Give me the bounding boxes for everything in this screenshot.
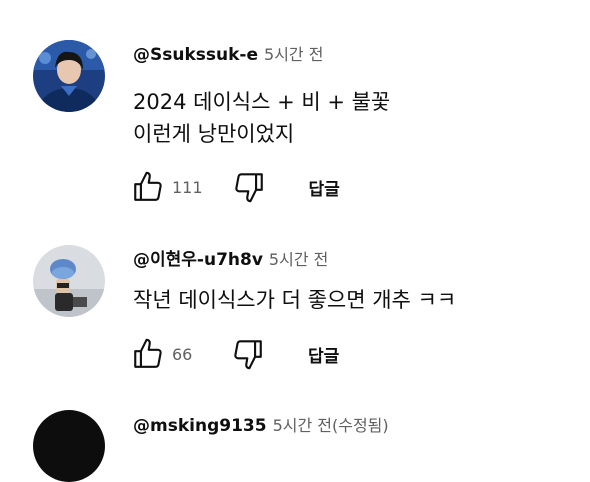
comment-header: @이현우-u7h8v 5시간 전: [133, 249, 328, 271]
comment-timestamp[interactable]: 5시간 전(수정됨): [273, 416, 389, 435]
dislike-button[interactable]: [228, 334, 268, 374]
dislike-button[interactable]: [229, 167, 269, 207]
comment-header: @msking9135 5시간 전(수정됨): [133, 415, 389, 437]
reply-button[interactable]: 답글: [308, 342, 339, 367]
avatar[interactable]: [33, 410, 105, 482]
author-name[interactable]: @Ssukssuk-e: [133, 45, 258, 65]
thumbs-up-icon: [134, 338, 162, 368]
comment-actions: 111 답글: [128, 167, 340, 207]
avatar[interactable]: [33, 245, 105, 317]
thumbs-down-icon: [234, 340, 262, 370]
thumbs-up-icon: [134, 171, 162, 201]
author-name[interactable]: @msking9135: [133, 416, 267, 436]
comment-text-line: 이런게 낭만이었지: [133, 122, 295, 146]
avatar[interactable]: [33, 40, 105, 112]
like-count: 66: [172, 344, 193, 364]
comment-text-line: 작년 데이식스가 더 좋으면 개추 ㅋㅋ: [133, 288, 457, 312]
author-name[interactable]: @이현우-u7h8v: [133, 250, 263, 270]
comment-header: @Ssukssuk-e 5시간 전: [133, 44, 323, 66]
reply-button[interactable]: 답글: [309, 175, 340, 200]
comment-text-line: 2024 데이식스 + 비 + 불꽃: [133, 90, 391, 114]
comment-timestamp[interactable]: 5시간 전: [269, 250, 328, 269]
like-count: 111: [172, 177, 203, 197]
like-button[interactable]: [128, 334, 168, 374]
comment-timestamp[interactable]: 5시간 전: [264, 45, 323, 64]
like-button[interactable]: [128, 167, 168, 207]
thumbs-down-icon: [234, 173, 263, 203]
comment-actions: 66 답글: [128, 334, 339, 374]
